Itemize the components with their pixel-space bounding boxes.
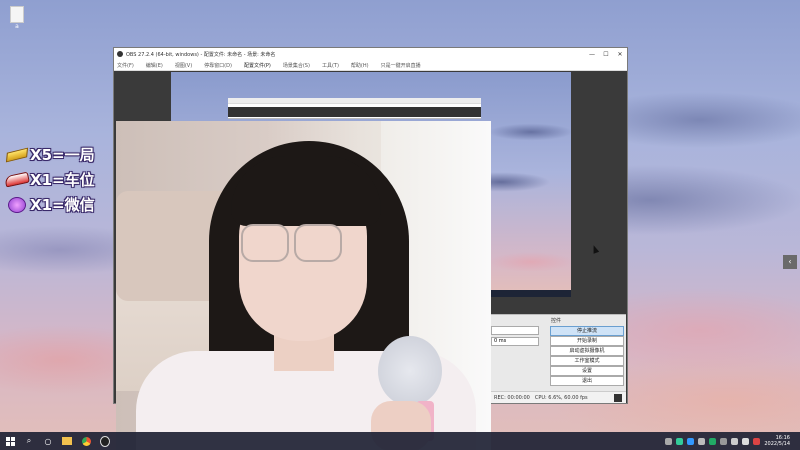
menu-tools[interactable]: 工具(T) (322, 62, 339, 69)
settings-button[interactable]: 设置 (550, 366, 624, 376)
webcam-feed (116, 121, 491, 450)
mixer-delay-field[interactable]: 0 ms (491, 337, 539, 346)
volume-icon[interactable] (742, 437, 750, 445)
cpu-fps-readout: CPU: 6.6%, 60.00 fps (534, 394, 588, 401)
overlay-item-gold: X5=一局 (4, 143, 109, 165)
tray-app-icon[interactable] (665, 437, 673, 445)
system-tray: 16:16 2022/5/14 (665, 435, 800, 447)
windows-logo-icon[interactable] (6, 436, 15, 446)
menu-edit[interactable]: 编辑(E) (146, 62, 163, 69)
sports-car-icon (4, 170, 30, 188)
glasses-left-lens (241, 224, 289, 262)
nested-obs-preview (228, 98, 481, 119)
obs-icon[interactable] (100, 435, 110, 447)
tray-app-icon[interactable] (709, 437, 717, 445)
start-virtual-camera-button[interactable]: 启动虚拟摄像机 (550, 346, 624, 356)
menu-help[interactable]: 帮助(H) (351, 62, 369, 69)
collapse-arrow-icon[interactable]: ‹ (783, 255, 797, 269)
mixer-dropdown[interactable] (491, 326, 539, 335)
obs-menu-bar: 文件(F) 编辑(E) 视图(V) 停靠窗口(D) 配置文件(P) 场景集合(S… (114, 60, 627, 71)
clock-date: 2022/5/14 (764, 441, 790, 447)
stop-streaming-button[interactable]: 停止推流 (550, 326, 624, 336)
system-clock[interactable]: 16:16 2022/5/14 (764, 435, 790, 447)
menu-view[interactable]: 视图(V) (175, 62, 192, 69)
obs-controls-panel: 控件 0 ms 停止推流 开始录制 启动虚拟摄像机 工作室模式 设置 退出 RE… (489, 314, 626, 403)
menu-one-click-live[interactable]: 只是一键开启直播 (381, 62, 421, 69)
overlay-text-gold: X5=一局 (30, 145, 95, 164)
studio-mode-button[interactable]: 工作室模式 (550, 356, 624, 366)
file-explorer-icon[interactable] (62, 436, 72, 446)
obs-status-bar: REC: 00:00:00 CPU: 6.6%, 60.00 fps (489, 391, 626, 403)
search-icon[interactable]: ⌕ (24, 436, 34, 446)
wechat-icon[interactable] (676, 437, 684, 445)
tray-app-icon[interactable] (720, 437, 728, 445)
tray-app-icon[interactable] (698, 437, 706, 445)
notification-badge-icon[interactable] (753, 437, 761, 445)
fluffy-microphone (378, 336, 442, 406)
overlay-item-crown: X1=微信 (4, 193, 109, 215)
desktop-file-label: a (15, 23, 19, 30)
obs-title-text: OBS 27.2.4 (64-bit, windows) - 配置文件: 未命名… (126, 51, 276, 58)
network-icon[interactable] (731, 437, 739, 445)
desktop: a X5=一局 X1=车位 X1=微信 OBS 27.2.4 (64-bit, … (0, 0, 800, 450)
stream-status-indicator (614, 393, 622, 402)
task-view-icon[interactable]: ○ (43, 436, 53, 446)
crown-emblem-icon (4, 195, 30, 213)
maximize-button[interactable]: ☐ (599, 51, 613, 58)
exit-button[interactable]: 退出 (550, 376, 624, 386)
desktop-file-shortcut[interactable]: a (6, 6, 28, 30)
obs-title-bar[interactable]: OBS 27.2.4 (64-bit, windows) - 配置文件: 未命名… (114, 48, 627, 60)
menu-profile[interactable]: 配置文件(P) (244, 62, 271, 69)
gold-bar-icon (4, 145, 30, 163)
menu-docks[interactable]: 停靠窗口(D) (204, 62, 232, 69)
overlay-text-car: X1=车位 (30, 170, 95, 189)
overlay-item-car: X1=车位 (4, 168, 109, 190)
menu-file[interactable]: 文件(F) (117, 62, 134, 69)
start-recording-button[interactable]: 开始录制 (550, 336, 624, 346)
menu-scene-collection[interactable]: 场景集合(S) (283, 62, 310, 69)
person-bangs (231, 156, 381, 226)
tray-app-icon[interactable] (687, 437, 695, 445)
glasses-right-lens (294, 224, 342, 262)
close-button[interactable]: ✕ (613, 51, 627, 58)
obs-logo-icon (117, 51, 123, 57)
file-icon (10, 6, 24, 23)
controls-header: 控件 (551, 318, 562, 324)
chrome-icon[interactable] (81, 436, 91, 446)
rec-timer: REC: 00:00:00 (494, 394, 530, 401)
taskbar: ⌕ ○ 16:16 2022/5/14 (0, 432, 800, 450)
minimize-button[interactable]: — (585, 51, 599, 58)
overlay-text-crown: X1=微信 (30, 195, 95, 214)
